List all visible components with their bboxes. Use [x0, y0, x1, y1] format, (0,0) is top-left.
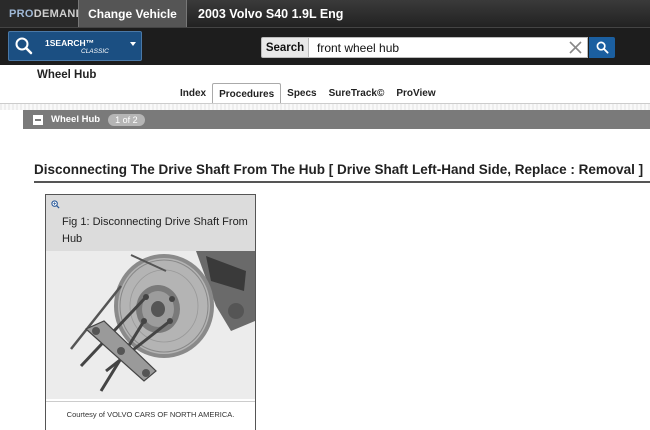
tab-index[interactable]: Index: [174, 83, 212, 103]
close-icon[interactable]: [568, 40, 583, 55]
logo-pro-text: PRO: [9, 7, 34, 20]
search-go-button[interactable]: [589, 37, 615, 58]
search-input[interactable]: [309, 37, 588, 58]
section-label: Wheel Hub: [51, 114, 101, 125]
search-icon: [596, 41, 609, 54]
vehicle-title: 2003 Volvo S40 1.9L Eng: [187, 0, 650, 27]
tab-specs[interactable]: Specs: [281, 83, 322, 103]
tab-bar: Index Procedures Specs SureTrack© ProVie…: [174, 83, 442, 104]
tab-procedures[interactable]: Procedures: [212, 83, 282, 104]
section-header[interactable]: Wheel Hub 1 of 2: [23, 110, 650, 129]
tab-suretrack[interactable]: SureTrack©: [323, 83, 391, 103]
logo-demand-text: DEMAND: [33, 7, 84, 20]
search-button[interactable]: Search: [261, 37, 309, 58]
tab-proview[interactable]: ProView: [390, 83, 441, 103]
top-bar: PRO DEMAND Change Vehicle 2003 Volvo S40 …: [0, 0, 650, 27]
drive-shaft-hub-illustration[interactable]: [46, 251, 255, 399]
search-mode-sub: CLASSIC: [81, 48, 109, 55]
page-counter-badge: 1 of 2: [108, 113, 145, 126]
search-mode-label: 1SEARCH™: [45, 38, 95, 48]
figure-courtesy: Courtesy of VOLVO CARS OF NORTH AMERICA.: [46, 401, 255, 427]
figure-caption: Fig 1: Disconnecting Drive Shaft From Hu…: [62, 216, 248, 245]
chevron-down-icon: [130, 42, 136, 46]
search-mode-dropdown[interactable]: 1SEARCH™ CLASSIC: [8, 31, 142, 61]
figure-card[interactable]: Fig 1: Disconnecting Drive Shaft From Hu…: [45, 194, 256, 430]
collapse-icon[interactable]: [33, 114, 43, 125]
zoom-icon[interactable]: [51, 200, 60, 209]
page-title: Wheel Hub: [37, 69, 97, 81]
figure-header: Fig 1: Disconnecting Drive Shaft From Hu…: [46, 195, 255, 251]
search-bar: 1SEARCH™ CLASSIC Search: [0, 27, 650, 65]
search-icon: [15, 37, 33, 55]
prodemand-logo[interactable]: PRO DEMAND: [0, 0, 84, 27]
procedure-heading: Disconnecting The Drive Shaft From The H…: [34, 162, 650, 183]
change-vehicle-button[interactable]: Change Vehicle: [78, 0, 187, 27]
